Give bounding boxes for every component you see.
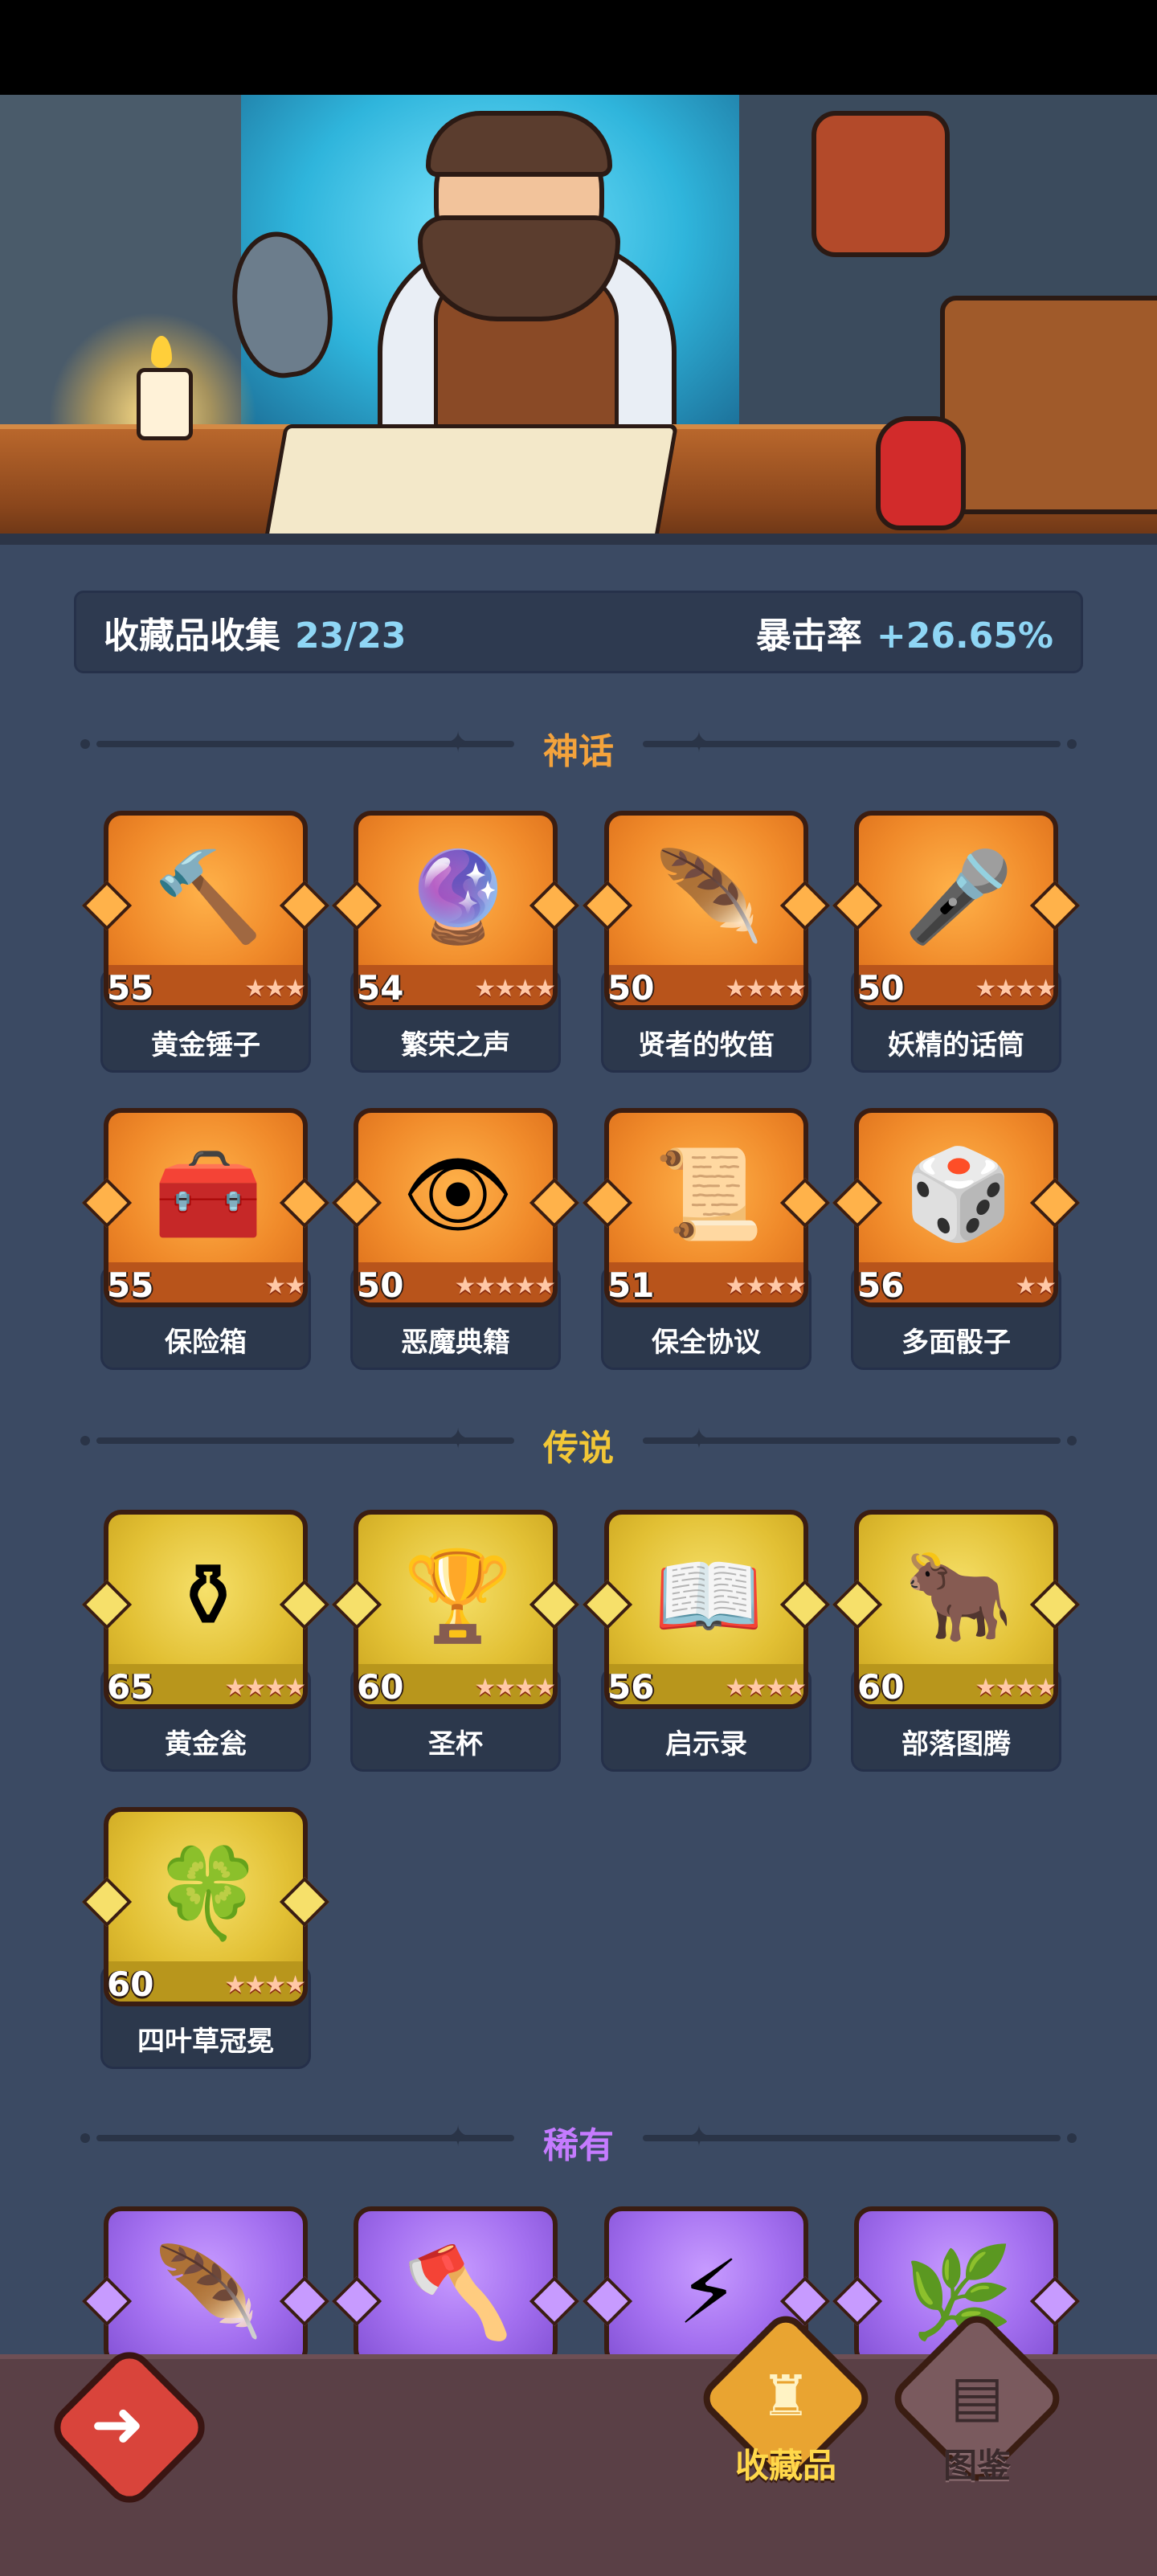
collection-stats-bar: 收藏品收集 23/23 暴击率 +26.65% xyxy=(74,591,1083,673)
demon-book-icon: 👁 xyxy=(402,1143,514,1245)
item-name: 保险箱 xyxy=(165,1327,247,1359)
feather-icon: 🪶 xyxy=(153,2241,264,2344)
golden-urn-icon: ⚱ xyxy=(170,1544,246,1647)
collectible-card-sage-flute[interactable]: 🪶 50 ★★★★ 贤者的牧笛 xyxy=(582,808,831,1073)
item-name: 妖精的话筒 xyxy=(888,1029,1024,1061)
crit-label: 暴击率 xyxy=(755,615,862,656)
collection-progress: 收藏品收集 23/23 xyxy=(104,607,407,658)
item-name: 黄金瓮 xyxy=(165,1728,247,1760)
collectible-card-revelation[interactable]: 📖 56 ★★★★ 启示录 xyxy=(582,1507,831,1772)
tab-codex[interactable]: ▤ 图鉴 xyxy=(885,2307,1069,2527)
collectible-card-safe[interactable]: 🧰 55 ★★ 保险箱 xyxy=(81,1105,330,1370)
item-name: 启示录 xyxy=(665,1728,747,1760)
section-title: 传说 xyxy=(543,1428,614,1469)
back-arrow-icon: ➜ xyxy=(90,2386,145,2462)
clover-crown-icon: 🍀 xyxy=(153,1842,264,1944)
collection-icon: ♜ xyxy=(760,2363,812,2429)
divider-line xyxy=(643,1437,1061,1444)
treasure-chest-icon: 🧰 xyxy=(153,1143,264,1245)
golden-hammer-icon: 🔨 xyxy=(153,845,264,948)
divider-line xyxy=(643,2135,1061,2141)
collectible-card-holy-grail[interactable]: 🏆 60 ★★★★ 圣杯 xyxy=(331,1507,580,1772)
card-frame: 🪓 xyxy=(354,2206,558,2367)
item-name: 繁荣之声 xyxy=(401,1029,510,1061)
divider-line xyxy=(643,741,1061,747)
section-header-rare: ✦ 稀有 ✦ xyxy=(80,2113,1077,2166)
item-name: 贤者的牧笛 xyxy=(638,1029,775,1061)
collectible-card-clover-crown[interactable]: 🍀 60 ★★★★ 四叶草冠冕 xyxy=(81,1804,330,2069)
red-potion xyxy=(876,416,966,530)
section-header-legendary: ✦ 传说 ✦ xyxy=(80,1416,1077,1469)
item-name: 圣杯 xyxy=(428,1728,483,1760)
collectible-card-rare-feather[interactable]: 🪶 xyxy=(81,2203,330,2367)
shopkeeper-illustration xyxy=(0,95,1157,545)
tribal-totem-icon: 🐂 xyxy=(903,1544,1014,1647)
divider-dot xyxy=(1067,2133,1077,2143)
item-name: 保全协议 xyxy=(652,1327,761,1359)
collectible-card-polyhedral-dice[interactable]: 🎲 56 ★★ 多面骰子 xyxy=(832,1105,1081,1370)
section-title: 神话 xyxy=(543,731,614,772)
holy-grail-icon: 🏆 xyxy=(403,1544,513,1647)
item-name: 黄金锤子 xyxy=(151,1029,260,1061)
collectible-card-demon-book[interactable]: 👁 50 ★★★★★ 恶魔典籍 xyxy=(331,1105,580,1370)
collectible-card-golden-urn[interactable]: ⚱ 65 ★★★★ 黄金瓮 xyxy=(81,1507,330,1772)
open-book-icon: 📖 xyxy=(653,1544,764,1647)
item-name: 部落图腾 xyxy=(901,1728,1011,1760)
collection-count: 23/23 xyxy=(295,615,407,656)
collectible-card-security-protocol[interactable]: 📜 51 ★★★★ 保全协议 xyxy=(582,1105,831,1370)
fairy-microphone-icon: 🎤 xyxy=(903,845,1014,948)
book-icon: ▤ xyxy=(950,2363,1004,2429)
hero-bottom-border xyxy=(0,534,1157,545)
item-name: 多面骰子 xyxy=(901,1327,1011,1359)
status-bar xyxy=(0,0,1157,95)
item-name: 恶魔典籍 xyxy=(401,1327,510,1359)
candle xyxy=(137,368,193,440)
tab-label: 图鉴 xyxy=(942,2446,1011,2485)
item-name: 四叶草冠冕 xyxy=(137,2026,274,2058)
d20-dice-icon: 🎲 xyxy=(903,1143,1014,1245)
crit-rate: 暴击率 +26.65% xyxy=(756,607,1053,658)
treasure-map xyxy=(261,424,679,545)
section-title: 稀有 xyxy=(543,2125,614,2166)
flute-icon: 🪶 xyxy=(653,845,764,948)
crit-value: +26.65% xyxy=(876,615,1053,656)
tab-collection[interactable]: ♜ 收藏品 xyxy=(694,2307,877,2527)
section-header-mythic: ✦ 神话 ✦ xyxy=(80,719,1077,772)
collectible-card-prosperity-voice[interactable]: 🔮 54 ★★★★ 繁荣之声 xyxy=(331,808,580,1073)
axe-icon: 🪓 xyxy=(403,2241,513,2344)
collectible-card-tribal-totem[interactable]: 🐂 60 ★★★★ 部落图腾 xyxy=(832,1507,1081,1772)
divider-dot xyxy=(1067,739,1077,749)
card-frame: 🪶 xyxy=(104,2206,308,2367)
tribal-mask-decoration xyxy=(812,111,950,257)
horn-orb-icon: 🔮 xyxy=(403,845,513,948)
divider-dot xyxy=(1067,1436,1077,1445)
collectible-card-rare-axe[interactable]: 🪓 xyxy=(331,2203,580,2367)
collection-label: 收藏品收集 xyxy=(104,615,280,656)
collectible-card-fairy-microphone[interactable]: 🎤 50 ★★★★ 妖精的话筒 xyxy=(832,808,1081,1073)
tab-label: 收藏品 xyxy=(734,2446,836,2485)
dwarf-hair xyxy=(426,111,612,177)
wooden-chest xyxy=(940,296,1157,514)
scroll-contract-icon: 📜 xyxy=(653,1143,764,1245)
collectible-card-golden-hammer[interactable]: 🔨 55 ★★★ 黄金锤子 xyxy=(81,808,330,1073)
